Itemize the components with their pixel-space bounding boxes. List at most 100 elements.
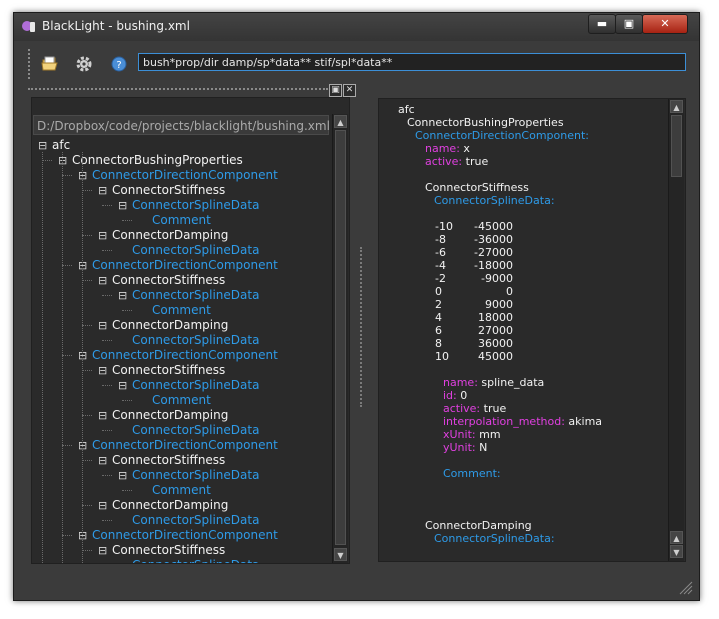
collapse-toggle-icon[interactable]: ⊟ bbox=[98, 408, 107, 423]
spline-y-value: -18000 bbox=[474, 259, 513, 272]
comment-key: Comment: bbox=[443, 467, 501, 480]
spline-id-key: id: bbox=[443, 389, 457, 402]
tree-connector bbox=[62, 445, 72, 446]
collapse-toggle-icon[interactable]: ⊟ bbox=[118, 468, 127, 483]
tree-node-label: ConnectorStiffness bbox=[112, 273, 226, 287]
tree-guide-line bbox=[82, 152, 83, 563]
tree-node[interactable]: ConnectorSplineData bbox=[118, 423, 259, 438]
tree-scrollbar[interactable]: ▲ ▼ bbox=[332, 114, 348, 563]
collapse-toggle-icon[interactable]: ⊟ bbox=[118, 378, 127, 393]
help-icon[interactable]: ? bbox=[110, 55, 128, 73]
tree-connector bbox=[62, 355, 72, 356]
detail-name-value: x bbox=[463, 142, 470, 155]
spline-x-value: 6 bbox=[435, 324, 442, 337]
detail-scroll-bottom-button[interactable]: ▼ bbox=[670, 545, 683, 558]
spline-y-value: -27000 bbox=[474, 246, 513, 259]
tree-node[interactable]: ⊟ ConnectorDirectionComponent bbox=[78, 348, 278, 363]
spline-y-value: 36000 bbox=[478, 337, 513, 350]
open-folder-icon[interactable] bbox=[41, 55, 59, 73]
tree-node[interactable]: ⊟ ConnectorDirectionComponent bbox=[78, 168, 278, 183]
collapse-toggle-icon[interactable]: ⊟ bbox=[118, 288, 127, 303]
tree-node-label: ConnectorSplineData bbox=[132, 243, 260, 257]
tree-node[interactable]: ⊟ ConnectorStiffness bbox=[98, 183, 225, 198]
tree-connector bbox=[102, 430, 112, 431]
tree-node[interactable]: ⊟ ConnectorStiffness bbox=[98, 453, 225, 468]
tree-node[interactable]: ⊟ ConnectorDamping bbox=[98, 408, 228, 423]
tree-node[interactable]: ConnectorSplineData bbox=[118, 243, 259, 258]
collapse-toggle-icon[interactable]: ⊟ bbox=[98, 498, 107, 513]
close-button[interactable]: ✕ bbox=[642, 14, 688, 34]
minimize-button[interactable]: ▬ bbox=[588, 14, 616, 34]
tree-node[interactable]: ⊟ ConnectorSplineData bbox=[118, 468, 259, 483]
tree-node[interactable]: ⊟ ConnectorStiffness bbox=[98, 543, 225, 558]
collapse-toggle-icon[interactable]: ⊟ bbox=[98, 318, 107, 333]
tree-panel: D:/Dropbox/code/projects/blacklight/bush… bbox=[31, 97, 350, 564]
maximize-button[interactable]: ▣ bbox=[615, 14, 643, 34]
tree-node-label: ConnectorDamping bbox=[112, 318, 229, 332]
tree-node[interactable]: ⊟ ConnectorStiffness bbox=[98, 273, 225, 288]
collapse-toggle-icon[interactable]: ⊟ bbox=[98, 273, 107, 288]
tree-node-label: ConnectorSplineData bbox=[132, 333, 260, 347]
dock-title-bar[interactable] bbox=[28, 88, 328, 93]
collapse-toggle-icon[interactable]: ⊟ bbox=[118, 198, 127, 213]
tree-node[interactable]: Comment bbox=[138, 213, 211, 228]
xml-tree[interactable]: ⊟ afc ⊟ ConnectorBushingProperties ⊟ Connecto… bbox=[32, 138, 331, 563]
detail-scroll-thumb[interactable] bbox=[671, 115, 682, 177]
tree-node[interactable]: ⊟ ConnectorDirectionComponent bbox=[78, 258, 278, 273]
tree-node[interactable]: ⊟ afc bbox=[38, 138, 70, 153]
tree-connector bbox=[82, 235, 92, 236]
xunit-key: xUnit: bbox=[443, 428, 476, 441]
detail-scroll-up-button[interactable]: ▲ bbox=[670, 100, 683, 113]
tree-node[interactable]: Comment bbox=[138, 483, 211, 498]
file-path-bar[interactable]: D:/Dropbox/code/projects/blacklight/bush… bbox=[33, 115, 330, 135]
tree-connector bbox=[122, 490, 132, 491]
toolbar-grip[interactable] bbox=[28, 49, 33, 79]
tree-node[interactable]: ⊟ ConnectorDamping bbox=[98, 498, 228, 513]
dock-close-button[interactable]: ✕ bbox=[343, 84, 356, 97]
tree-node[interactable]: ⊟ ConnectorSplineData bbox=[118, 378, 259, 393]
tree-node[interactable]: ⊟ ConnectorDamping bbox=[98, 228, 228, 243]
collapse-toggle-icon[interactable]: ⊟ bbox=[98, 363, 107, 378]
tree-node[interactable]: ConnectorSplineData bbox=[118, 513, 259, 528]
tree-node[interactable]: ConnectorSplineData bbox=[118, 333, 259, 348]
search-input[interactable] bbox=[138, 53, 686, 71]
tree-node-label: ConnectorSplineData bbox=[132, 468, 260, 482]
tree-node[interactable]: ⊟ ConnectorStiffness bbox=[98, 363, 225, 378]
tree-node[interactable]: Comment bbox=[138, 393, 211, 408]
tree-scroll-thumb[interactable] bbox=[335, 130, 346, 545]
tree-node[interactable]: ⊟ ConnectorSplineData bbox=[118, 288, 259, 303]
tree-connector bbox=[82, 415, 92, 416]
collapse-toggle-icon[interactable]: ⊟ bbox=[38, 138, 47, 153]
interpolation-value: akima bbox=[568, 415, 603, 428]
tree-node[interactable]: ⊟ ConnectorDirectionComponent bbox=[78, 438, 278, 453]
window-title: BlackLight - bushing.xml bbox=[42, 19, 190, 33]
tree-node[interactable]: ConnectorSplineData bbox=[118, 558, 259, 563]
detail-scrollbar[interactable]: ▲ ▲ ▼ bbox=[668, 99, 684, 561]
detail-damping-spline: ConnectorSplineData: bbox=[434, 532, 555, 545]
tree-scroll-down-button[interactable]: ▼ bbox=[334, 548, 347, 561]
tree-node[interactable]: ⊟ ConnectorDirectionComponent bbox=[78, 528, 278, 543]
spline-x-value: 2 bbox=[435, 298, 442, 311]
tree-connector bbox=[102, 295, 112, 296]
collapse-toggle-icon[interactable]: ⊟ bbox=[98, 228, 107, 243]
panel-splitter[interactable] bbox=[360, 247, 364, 407]
collapse-toggle-icon[interactable]: ⊟ bbox=[98, 543, 107, 558]
collapse-toggle-icon[interactable]: ⊟ bbox=[98, 183, 107, 198]
collapse-toggle-icon[interactable]: ⊟ bbox=[98, 453, 107, 468]
detail-scroll-down-button[interactable]: ▲ bbox=[670, 531, 683, 544]
tree-scroll-up-button[interactable]: ▲ bbox=[334, 115, 347, 128]
gear-icon[interactable] bbox=[75, 55, 93, 73]
tree-node[interactable]: ⊟ ConnectorSplineData bbox=[118, 198, 259, 213]
tree-connector bbox=[82, 460, 92, 461]
tree-connector bbox=[62, 535, 72, 536]
tree-node-label: ConnectorDirectionComponent bbox=[92, 348, 278, 362]
resize-grip-icon[interactable] bbox=[677, 579, 693, 595]
title-bar[interactable]: BlackLight - bushing.xml ▬ ▣ ✕ bbox=[14, 13, 699, 41]
tree-connector bbox=[102, 250, 112, 251]
tree-node-label: Comment bbox=[152, 213, 211, 227]
tree-node[interactable]: ⊟ ConnectorBushingProperties bbox=[58, 153, 243, 168]
dock-float-button[interactable]: ▣ bbox=[329, 84, 342, 97]
tree-connector bbox=[122, 310, 132, 311]
tree-node[interactable]: ⊟ ConnectorDamping bbox=[98, 318, 228, 333]
tree-node[interactable]: Comment bbox=[138, 303, 211, 318]
